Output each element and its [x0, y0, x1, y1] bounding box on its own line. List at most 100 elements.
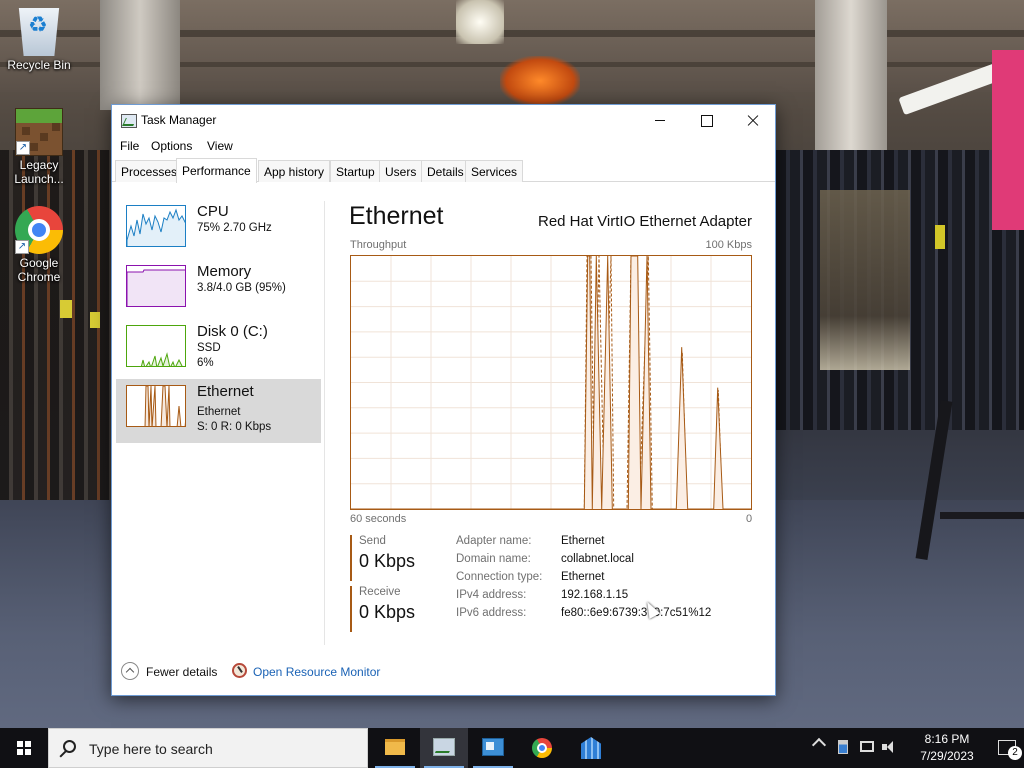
search-placeholder: Type here to search	[89, 741, 213, 757]
info-value: 192.168.1.15	[561, 589, 629, 601]
disk-thumbnail-graph	[126, 325, 186, 367]
perf-item-sub: 75% 2.70 GHz	[197, 222, 272, 234]
tab-startup[interactable]: Startup	[330, 160, 381, 182]
tab-users[interactable]: Users	[379, 160, 423, 182]
info-value: Ethernet	[561, 571, 605, 583]
graph-label-min: 0	[746, 513, 753, 525]
perf-item-sub: Ethernet	[197, 406, 241, 418]
tab-app-history[interactable]: App history	[258, 160, 331, 182]
control-panel-icon	[482, 738, 504, 756]
adapter-name: Red Hat VirtIO Ethernet Adapter	[537, 213, 752, 230]
chrome-icon: ↗	[15, 206, 63, 254]
wallpaper-pillar	[100, 0, 180, 110]
desktop-icon-label: Google Chrome	[17, 256, 61, 284]
taskbar-app-chrome[interactable]	[518, 728, 566, 768]
graph-label-span: 60 seconds	[350, 513, 407, 525]
task-manager-icon	[121, 114, 137, 128]
performance-resource-list: CPU 75% 2.70 GHz Memory 3.8/4.0 GB (95%)…	[116, 195, 321, 541]
send-value: 0 Kbps	[359, 551, 416, 571]
maximize-button[interactable]	[683, 105, 729, 135]
clock-time: 8:16 PM	[924, 732, 970, 746]
perf-item-disk[interactable]: Disk 0 (C:) SSD 6%	[116, 319, 321, 383]
minimize-button[interactable]	[637, 105, 683, 135]
desktop-icon-label: Legacy Launch...	[14, 158, 64, 186]
kubernetes-icon	[581, 737, 601, 759]
receive-label: Receive	[359, 586, 401, 598]
wallpaper-tag	[935, 225, 945, 249]
throughput-graph	[350, 255, 752, 510]
wallpaper-tag	[90, 312, 100, 328]
open-resource-monitor-link[interactable]: Open Resource Monitor	[253, 665, 380, 679]
desktop-icon-google-chrome[interactable]: ↗ Google Chrome	[1, 206, 77, 284]
info-key: IPv4 address:	[456, 589, 527, 601]
perf-item-name: CPU	[197, 203, 229, 220]
title-bar[interactable]: Task Manager	[112, 105, 775, 137]
wallpaper-light	[456, 0, 504, 44]
fewer-details-button[interactable]: Fewer details	[146, 665, 217, 679]
wallpaper-rack-bar	[940, 512, 1024, 519]
info-key: IPv6 address:	[456, 607, 527, 619]
info-key: Domain name:	[456, 553, 531, 565]
detail-title: Ethernet	[349, 202, 444, 230]
file-explorer-icon	[385, 739, 405, 755]
battery-icon[interactable]	[838, 740, 848, 754]
chrome-icon	[532, 738, 552, 758]
perf-item-sub: SSD	[197, 342, 221, 354]
close-button[interactable]	[729, 105, 775, 135]
clock-date: 7/29/2023	[920, 749, 974, 763]
perf-item-sub: 6%	[197, 357, 214, 369]
taskbar: Type here to search 8:16 PM 7/29/2023 2	[0, 728, 1024, 768]
desktop-icon-legacy-launcher[interactable]: ↗ Legacy Launch...	[1, 108, 77, 186]
tab-performance[interactable]: Performance	[176, 158, 257, 183]
wallpaper-tag	[60, 300, 72, 318]
volume-icon[interactable]	[882, 741, 896, 754]
chevron-up-icon[interactable]	[811, 737, 827, 753]
menu-file[interactable]: File	[120, 139, 139, 153]
tab-services[interactable]: Services	[465, 160, 524, 182]
search-icon	[63, 740, 76, 753]
wallpaper-sign	[500, 56, 580, 106]
taskbar-search-box[interactable]: Type here to search	[48, 728, 368, 768]
shortcut-arrow-icon: ↗	[15, 240, 29, 254]
start-button[interactable]	[0, 728, 48, 768]
memory-thumbnail-graph	[126, 265, 186, 307]
receive-stat: Receive 0 Kbps	[350, 586, 430, 632]
wallpaper-coats	[820, 190, 910, 370]
send-stat: Send 0 Kbps	[350, 535, 430, 581]
system-tray: 8:16 PM 7/29/2023 2	[811, 728, 1024, 768]
menu-bar: File Options View	[112, 137, 775, 157]
info-key: Connection type:	[456, 571, 543, 583]
perf-item-name: Disk 0 (C:)	[197, 323, 268, 340]
perf-item-cpu[interactable]: CPU 75% 2.70 GHz	[116, 199, 321, 263]
recycle-bin-icon	[18, 8, 60, 56]
pane-divider[interactable]	[324, 201, 325, 645]
graph-label-throughput: Throughput	[350, 239, 407, 251]
chevron-up-icon[interactable]	[121, 662, 139, 680]
cpu-thumbnail-graph	[126, 205, 186, 247]
shortcut-arrow-icon: ↗	[16, 141, 30, 155]
info-value: Ethernet	[561, 535, 605, 547]
perf-item-name: Ethernet	[197, 383, 254, 400]
menu-options[interactable]: Options	[151, 139, 192, 153]
perf-item-ethernet[interactable]: Ethernet Ethernet S: 0 R: 0 Kbps	[116, 379, 321, 443]
receive-value: 0 Kbps	[359, 602, 416, 622]
tab-details[interactable]: Details	[421, 160, 470, 182]
taskbar-app-control-panel[interactable]	[469, 728, 517, 768]
taskbar-app-file-explorer[interactable]	[371, 728, 419, 768]
taskbar-app-task-manager[interactable]	[420, 728, 468, 768]
resource-monitor-icon	[232, 663, 247, 678]
clock[interactable]: 8:16 PM 7/29/2023	[910, 731, 984, 765]
info-value: fe80::6e9:6739:3 :0:7c51%12	[561, 607, 712, 619]
taskbar-app-kubernetes[interactable]	[567, 728, 615, 768]
perf-item-memory[interactable]: Memory 3.8/4.0 GB (95%)	[116, 259, 321, 323]
menu-view[interactable]: View	[207, 139, 233, 153]
task-manager-window: Task Manager File Options View Processes…	[111, 104, 776, 696]
desktop-icon-recycle-bin[interactable]: Recycle Bin	[1, 8, 77, 72]
send-label: Send	[359, 535, 386, 547]
perf-item-sub: 3.8/4.0 GB (95%)	[197, 282, 286, 294]
graph-label-max: 100 Kbps	[705, 239, 752, 251]
tab-processes[interactable]: Processes	[115, 160, 184, 182]
network-icon[interactable]	[860, 741, 874, 752]
window-title: Task Manager	[141, 113, 217, 127]
wallpaper-pink-garment	[992, 50, 1024, 230]
